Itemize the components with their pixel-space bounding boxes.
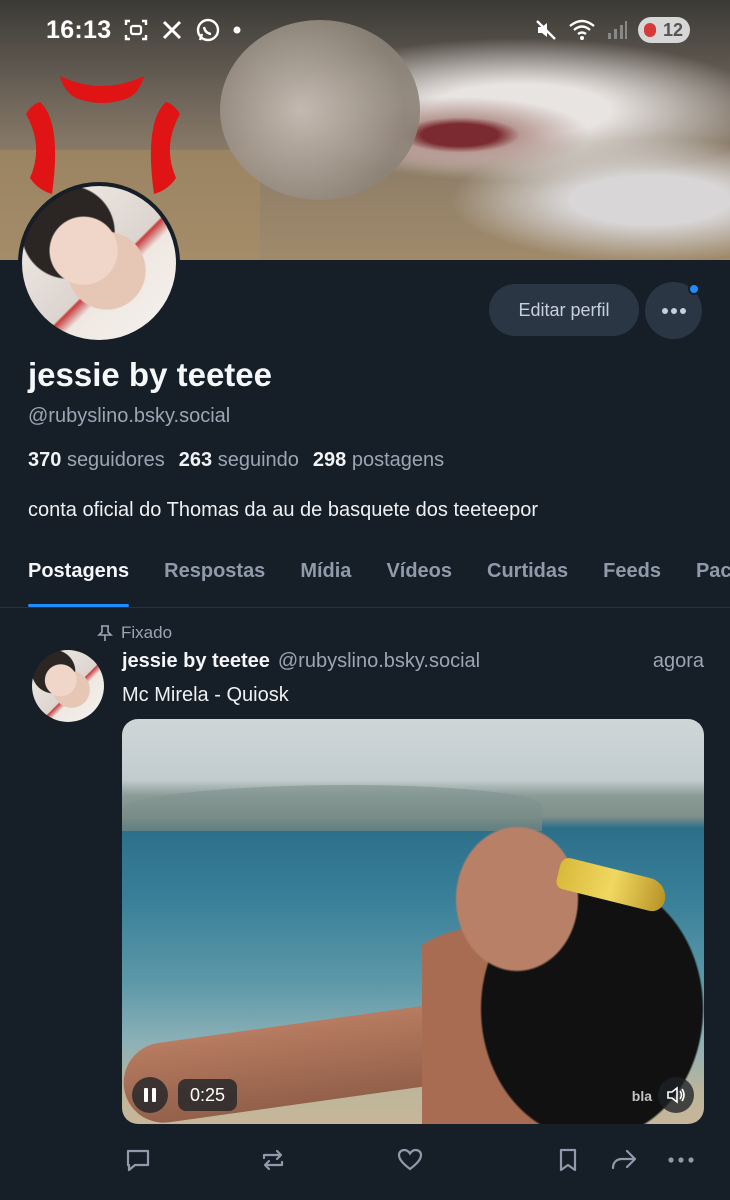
ellipsis-icon	[668, 1157, 694, 1163]
tab-respostas[interactable]: Respostas	[164, 540, 265, 607]
repost-button[interactable]	[257, 1142, 289, 1178]
repost-arrows-icon	[262, 1149, 284, 1171]
screenshot-icon	[125, 19, 148, 41]
profile-handle: @rubyslino.bsky.social	[28, 405, 231, 427]
share-button[interactable]	[608, 1142, 640, 1178]
pause-button[interactable]	[132, 1077, 168, 1113]
avatar-image	[32, 650, 104, 722]
video-player[interactable]: 0:25 bla	[122, 719, 704, 1124]
post-timestamp[interactable]: agora	[653, 650, 704, 673]
reply-button[interactable]	[122, 1142, 154, 1178]
speaker-icon	[667, 1086, 685, 1104]
x-app-icon	[163, 20, 182, 40]
followers-stat[interactable]: 370 seguidores	[28, 449, 165, 472]
post-header: jessie by teetee @rubyslino.bsky.social …	[122, 650, 704, 673]
notification-badge	[688, 283, 700, 295]
heart-icon	[397, 1148, 423, 1171]
tab-feeds[interactable]: Feeds	[603, 540, 661, 607]
avatar-image	[22, 186, 176, 340]
speech-bubble-icon	[126, 1149, 150, 1172]
whatsapp-icon	[197, 18, 220, 42]
wifi-icon	[569, 19, 595, 40]
share-arrow-icon	[611, 1149, 637, 1170]
notification-dot-icon	[233, 26, 241, 34]
battery-indicator: 12	[638, 17, 690, 43]
tab-midia[interactable]: Mídia	[300, 540, 351, 607]
bookmark-button[interactable]	[552, 1142, 584, 1178]
edit-profile-button[interactable]: Editar perfil	[489, 284, 639, 336]
posts-stat: 298 postagens	[312, 449, 445, 471]
bookmark-icon	[559, 1148, 577, 1172]
video-duration: 0:25	[178, 1079, 238, 1111]
like-button[interactable]	[394, 1142, 426, 1178]
volume-button[interactable]	[658, 1077, 694, 1113]
tab-videos[interactable]: Vídeos	[386, 540, 452, 607]
following-stat[interactable]: 263 seguindo	[179, 449, 299, 472]
video-person	[422, 809, 704, 1124]
tab-curtidas[interactable]: Curtidas	[487, 540, 568, 607]
status-time: 16:13	[46, 15, 112, 44]
anger-symbol-icon	[26, 76, 180, 194]
post-author-avatar[interactable]	[32, 650, 104, 722]
profile-stats: 370 seguidores 263 seguindo 298 postagen…	[28, 449, 444, 472]
pin-icon	[97, 625, 113, 641]
post-actions	[122, 1142, 704, 1178]
ellipsis-icon	[661, 307, 686, 314]
status-bar: 16:13 12	[0, 0, 730, 60]
profile-bio: conta oficial do Thomas da au de basquet…	[28, 499, 538, 521]
post-author-handle[interactable]: @rubyslino.bsky.social	[278, 650, 480, 673]
profile-avatar[interactable]	[18, 182, 180, 344]
mute-icon	[536, 20, 556, 40]
post-text: Mc Mirela - Quiosk	[122, 684, 289, 706]
signal-icon	[608, 21, 627, 39]
more-options-button[interactable]	[645, 282, 702, 339]
profile-display-name: jessie by teetee	[28, 356, 272, 393]
pinned-label: Fixado	[121, 623, 173, 642]
tab-postagens[interactable]: Postagens	[28, 540, 130, 607]
post-more-button[interactable]	[665, 1142, 697, 1178]
tab-pacotes-iniciais[interactable]: Pacotes iniciais	[696, 540, 730, 607]
video-controls: 0:25	[132, 1077, 238, 1113]
profile-tabs: Postagens Respostas Mídia Vídeos Curtida…	[0, 540, 730, 608]
video-watermark: bla	[631, 1088, 652, 1104]
post-author-name[interactable]: jessie by teetee	[122, 650, 270, 673]
pause-icon	[144, 1088, 148, 1102]
pinned-indicator: Fixado	[96, 623, 172, 643]
